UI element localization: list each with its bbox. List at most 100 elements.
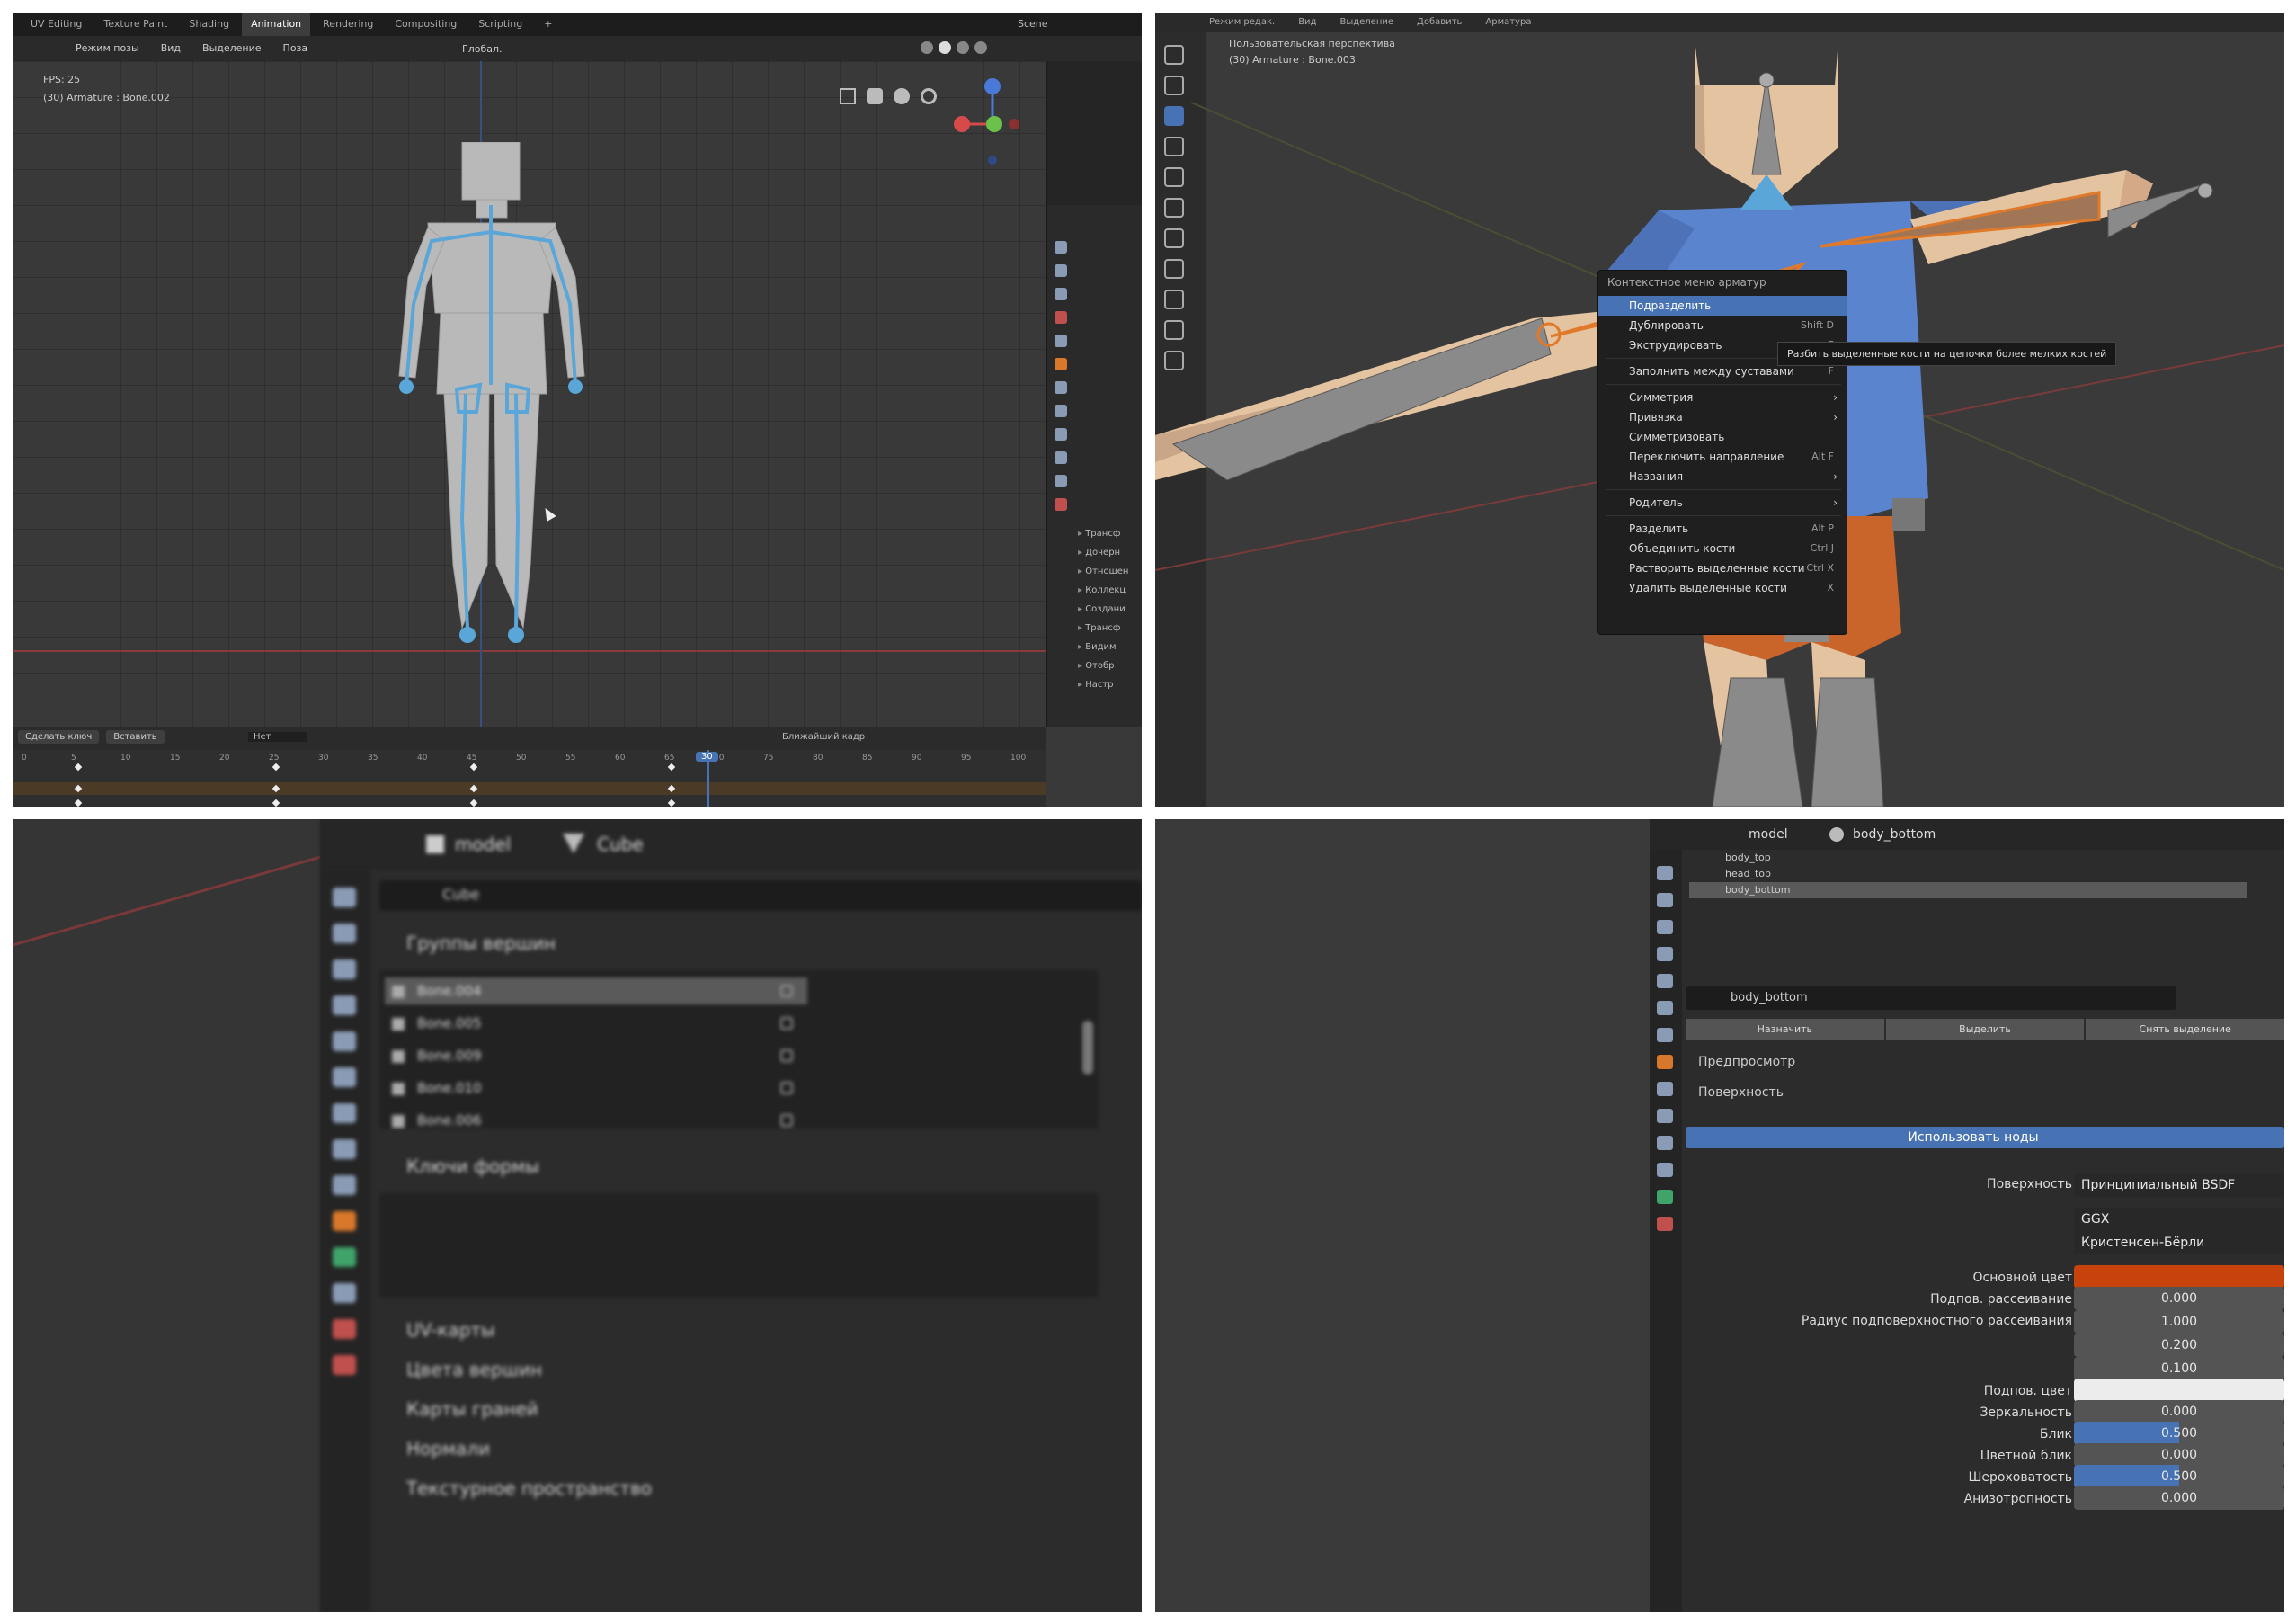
keyframe-marker[interactable] xyxy=(271,784,280,793)
lock-icon[interactable] xyxy=(780,985,793,997)
context-menu-item[interactable]: Родитель › xyxy=(1598,493,1847,513)
context-menu-item[interactable]: Переключить направление Alt F xyxy=(1598,447,1847,467)
property-tab-icon[interactable] xyxy=(1657,866,1673,880)
subsurface-color-swatch[interactable] xyxy=(2074,1379,2284,1402)
timeline-field[interactable]: Нет xyxy=(248,732,307,742)
timeline-button[interactable]: Сделать ключ xyxy=(18,730,100,744)
property-tab-icon[interactable] xyxy=(333,1031,356,1051)
property-tab-icon[interactable] xyxy=(1657,1001,1673,1015)
vertex-group-row[interactable]: Bone.009 xyxy=(385,1042,807,1069)
grid-icon[interactable] xyxy=(840,88,856,104)
hand-icon[interactable] xyxy=(894,88,910,104)
property-tab-icon[interactable] xyxy=(1055,241,1067,254)
property-tab-icon[interactable] xyxy=(333,995,356,1015)
character-armature[interactable] xyxy=(372,142,606,718)
property-tab-icon[interactable] xyxy=(333,1103,356,1123)
property-tab-icon[interactable] xyxy=(333,1139,356,1159)
breadcrumb-object[interactable]: model xyxy=(1749,827,1788,842)
property-tab-icons[interactable] xyxy=(333,888,356,1375)
slot-button[interactable]: Назначить xyxy=(1686,1019,1884,1040)
property-tab-icon[interactable] xyxy=(1055,288,1067,300)
slot-button[interactable]: Выделить xyxy=(1885,1019,2085,1040)
property-tabs[interactable] xyxy=(1650,850,1682,1612)
context-menu-item[interactable]: Симметрия › xyxy=(1598,388,1847,407)
workspace-tab[interactable]: Compositing xyxy=(386,13,466,36)
section-shape-keys[interactable]: Ключи формы xyxy=(406,1156,539,1177)
property-tab-icon[interactable] xyxy=(1657,893,1673,907)
property-tab-icon[interactable] xyxy=(1055,264,1067,277)
collapsed-section[interactable]: UV-карты xyxy=(406,1319,495,1341)
list-scrollbar[interactable] xyxy=(1082,1021,1093,1075)
property-tab-icon[interactable] xyxy=(1055,335,1067,347)
breadcrumb-material[interactable]: body_bottom xyxy=(1853,827,1936,842)
camera-icon[interactable] xyxy=(867,88,883,104)
workspace-tab[interactable]: Rendering xyxy=(314,13,382,36)
header-menu-item[interactable]: Вид xyxy=(161,36,181,61)
subsurface-radius-field[interactable]: 0.200 xyxy=(2074,1334,2284,1357)
workspace-tab[interactable]: + xyxy=(535,13,561,36)
distribution-select[interactable]: GGX xyxy=(2074,1208,2284,1231)
timeline-buttons[interactable]: Сделать ключ Вставить xyxy=(18,730,165,744)
property-tab-icon[interactable] xyxy=(1657,1217,1673,1231)
property-tab-icon[interactable] xyxy=(1657,1136,1673,1150)
property-tab-icon[interactable] xyxy=(333,1283,356,1303)
property-tab-icon[interactable] xyxy=(1657,1109,1673,1123)
base-color-swatch[interactable] xyxy=(2074,1265,2284,1289)
property-section[interactable]: ▸ Трансф xyxy=(1078,623,1128,633)
material-slot-row[interactable]: body_bottom xyxy=(1689,882,2247,898)
shading-buttons[interactable] xyxy=(921,41,1019,56)
vertex-group-row[interactable]: Bone.004 xyxy=(385,977,807,1004)
material-name-field[interactable]: body_bottom xyxy=(1686,986,2176,1010)
property-tab-icon[interactable] xyxy=(333,924,356,943)
surface-shader-select[interactable]: Принципиальный BSDF xyxy=(2074,1173,2284,1197)
material-slot-row[interactable]: head_top xyxy=(1689,866,2247,882)
property-section[interactable]: ▸ Отобр xyxy=(1078,661,1128,671)
property-tab-icon[interactable] xyxy=(333,1067,356,1087)
lock-icon[interactable] xyxy=(780,1114,793,1127)
section-vertex-groups[interactable]: Группы вершин xyxy=(406,932,556,954)
property-tab-icon[interactable] xyxy=(1055,498,1067,511)
property-section[interactable]: ▸ Коллекц xyxy=(1078,585,1128,595)
context-menu-item[interactable]: Подразделить xyxy=(1598,296,1847,316)
property-section[interactable]: ▸ Видим xyxy=(1078,642,1128,652)
context-menu-item[interactable]: Симметризовать xyxy=(1598,427,1847,447)
shape-keys-list[interactable] xyxy=(379,1193,1099,1298)
property-tab-icon[interactable] xyxy=(1657,947,1673,961)
specular-tint-field[interactable]: 0.000 xyxy=(2074,1443,2284,1467)
property-tab-icon[interactable] xyxy=(1657,1190,1673,1204)
vertex-group-row[interactable]: Bone.010 xyxy=(385,1075,807,1102)
property-section[interactable]: ▸ Дочерн xyxy=(1078,548,1128,558)
metallic-field[interactable]: 0.000 xyxy=(2074,1400,2284,1423)
property-tab-icon[interactable] xyxy=(333,1175,356,1195)
property-tab-icons[interactable] xyxy=(1055,241,1067,511)
property-tab-icon[interactable] xyxy=(333,1355,356,1375)
property-section[interactable]: ▸ Трансф xyxy=(1078,529,1128,539)
property-section[interactable]: ▸ Создани xyxy=(1078,604,1128,614)
workspace-tab[interactable]: Shading xyxy=(180,13,238,36)
viewport-tool-icons[interactable] xyxy=(840,88,937,104)
breadcrumb-object[interactable]: model xyxy=(455,834,511,855)
context-menu-item[interactable]: Названия › xyxy=(1598,467,1847,486)
use-nodes-button[interactable]: Использовать ноды xyxy=(1686,1127,2284,1148)
subsurface-field[interactable]: 0.000 xyxy=(2074,1287,2284,1310)
property-tab-icon[interactable] xyxy=(1657,974,1673,988)
property-tab-icon[interactable] xyxy=(333,1247,356,1267)
roughness-slider[interactable]: 0.500 xyxy=(2074,1465,2284,1488)
property-tab-icon[interactable] xyxy=(1657,1163,1673,1177)
keyframe-marker[interactable] xyxy=(469,784,478,793)
context-menu-item[interactable]: Растворить выделенные кости Ctrl X xyxy=(1598,558,1847,578)
transform-orientation[interactable]: Глобал. xyxy=(462,43,503,55)
property-tab-icon[interactable] xyxy=(1055,428,1067,441)
viewport-3d[interactable]: FPS: 25 (30) Armature : Bone.002 xyxy=(13,61,1046,727)
keyframe-marker[interactable] xyxy=(667,784,676,793)
property-tab-icon[interactable] xyxy=(1055,358,1067,370)
keyframe-marker[interactable] xyxy=(667,799,676,807)
property-tab-icon[interactable] xyxy=(1657,1082,1673,1096)
anisotropic-field[interactable]: 0.000 xyxy=(2074,1486,2284,1510)
property-tab-icon[interactable] xyxy=(1055,405,1067,417)
timeline-area[interactable]: 0 5 10 15 20 25 30 35 40 45 50 55 60 65 70 75 80 85 90 95 10… xyxy=(13,750,1046,807)
workspace-tab[interactable]: Texture Paint xyxy=(94,13,176,36)
property-tab-icon[interactable] xyxy=(1055,451,1067,464)
context-menu-item[interactable]: Привязка › xyxy=(1598,407,1847,427)
specular-slider[interactable]: 0.500 xyxy=(2074,1422,2284,1445)
